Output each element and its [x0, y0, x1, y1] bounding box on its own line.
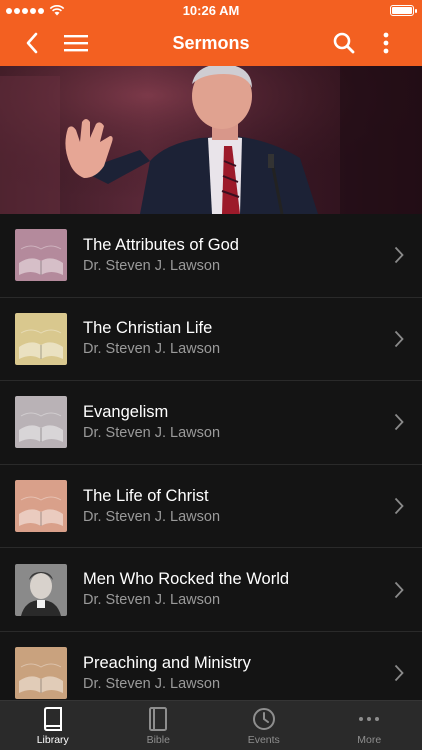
more-options-button[interactable]: [366, 20, 406, 66]
sermon-author: Dr. Steven J. Lawson: [83, 508, 221, 525]
list-item[interactable]: Men Who Rocked the World Dr. Steven J. L…: [0, 548, 422, 632]
chevron-right-icon: [394, 414, 404, 431]
list-item[interactable]: Evangelism Dr. Steven J. Lawson: [0, 381, 422, 465]
sermon-title: Evangelism: [83, 402, 169, 421]
status-time: 10:26 AM: [182, 2, 240, 18]
vertical-ellipsis-icon: [383, 32, 389, 54]
sermon-title: The Christian Life: [83, 319, 213, 338]
book-thumbnail: [15, 480, 67, 533]
tab-bar: Library Bible Events More: [0, 700, 422, 750]
hero-image: [0, 66, 422, 214]
sermon-title: The Life of Christ: [83, 486, 209, 505]
list-item[interactable]: The Life of Christ Dr. Steven J. Lawson: [0, 465, 422, 549]
portrait-thumbnail: [15, 563, 67, 616]
book-thumbnail: [15, 396, 67, 449]
page-title: Sermons: [172, 32, 250, 53]
ellipsis-icon: [359, 717, 380, 721]
tab-bible[interactable]: Bible: [106, 701, 212, 750]
tab-more[interactable]: More: [317, 701, 422, 750]
list-item[interactable]: The Christian Life Dr. Steven J. Lawson: [0, 298, 422, 382]
chevron-left-icon: [26, 32, 38, 54]
sermon-title: Preaching and Ministry: [83, 653, 251, 672]
chevron-right-icon: [394, 247, 404, 264]
sermon-author: Dr. Steven J. Lawson: [83, 592, 221, 609]
sermon-title: The Attributes of God: [83, 235, 239, 254]
wifi-icon: [49, 5, 65, 16]
sermon-list: The Attributes of God Dr. Steven J. Laws…: [0, 214, 422, 700]
menu-button[interactable]: [56, 20, 96, 66]
sermon-author: Dr. Steven J. Lawson: [83, 424, 221, 441]
sermon-title: Men Who Rocked the World: [83, 570, 290, 589]
book-thumbnail: [15, 312, 67, 365]
tab-library[interactable]: Library: [0, 701, 106, 750]
battery-icon: [390, 5, 417, 16]
hamburger-icon: [64, 35, 88, 52]
search-icon: [333, 32, 355, 54]
navbar: Sermons: [0, 20, 422, 66]
chevron-right-icon: [394, 581, 404, 598]
tab-label: Events: [247, 734, 280, 746]
book-icon: [43, 707, 62, 731]
tab-label: More: [357, 734, 382, 746]
signal-icon: [6, 7, 44, 14]
tab-label: Library: [36, 734, 69, 746]
bible-icon: [149, 707, 168, 731]
chevron-right-icon: [394, 665, 404, 682]
chevron-right-icon: [394, 497, 404, 515]
sermon-author: Dr. Steven J. Lawson: [83, 341, 221, 358]
signal-indicator: [6, 5, 65, 16]
sermon-author: Dr. Steven J. Lawson: [83, 675, 221, 692]
sermon-author: Dr. Steven J. Lawson: [83, 257, 221, 274]
clock-icon: [252, 708, 275, 730]
list-item[interactable]: The Attributes of God Dr. Steven J. Laws…: [0, 214, 422, 298]
list-item[interactable]: Preaching and Ministry Dr. Steven J. Law…: [0, 632, 422, 700]
chevron-right-icon: [394, 330, 404, 348]
tab-label: Bible: [146, 734, 170, 746]
back-button[interactable]: [12, 20, 52, 66]
tab-events[interactable]: Events: [211, 701, 317, 750]
search-button[interactable]: [324, 20, 364, 66]
preacher-photo: [0, 66, 422, 214]
book-thumbnail: [15, 229, 67, 282]
book-thumbnail: [15, 647, 67, 700]
status-bar: 10:26 AM: [0, 0, 422, 20]
